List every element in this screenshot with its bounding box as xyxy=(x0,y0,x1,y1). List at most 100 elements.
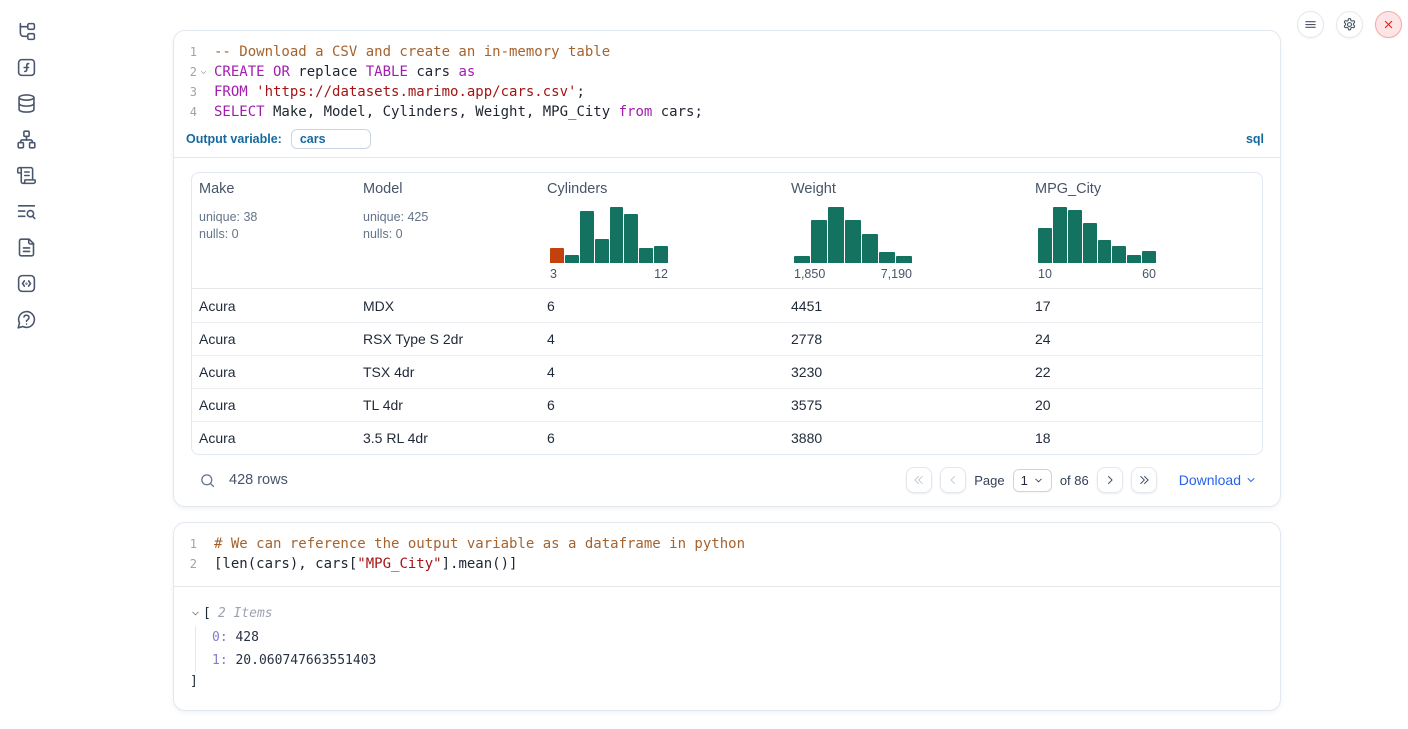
column-title: Model xyxy=(363,181,533,197)
tree-entry-key: 1: xyxy=(212,653,228,668)
column-summary-stats: unique: 38nulls: 0 xyxy=(199,209,349,243)
panel-logs-button[interactable] xyxy=(15,164,37,186)
code-line: 2CREATE OR replace TABLE cars as xyxy=(174,62,1280,82)
histogram-bar xyxy=(811,220,827,263)
code-box-icon xyxy=(16,273,37,294)
table-header: Makeunique: 38nulls: 0 Model unique: 425nu… xyxy=(192,173,1262,289)
next-page-button[interactable] xyxy=(1097,467,1123,493)
output-variable-input[interactable] xyxy=(291,129,371,149)
sql-code-editor[interactable]: 1-- Download a CSV and create an in-memo… xyxy=(174,31,1280,127)
help-bubble-icon xyxy=(16,309,37,330)
column-title: MPG_City xyxy=(1035,181,1255,197)
column-header-model[interactable]: Model unique: 425nulls: 0 xyxy=(356,181,540,288)
table-body: AcuraMDX6445117AcuraRSX Type S 2dr427782… xyxy=(192,289,1262,454)
table-row[interactable]: AcuraRSX Type S 2dr4277824 xyxy=(192,322,1262,355)
column-header-make[interactable]: Makeunique: 38nulls: 0 xyxy=(192,181,356,288)
page-select[interactable]: 1 xyxy=(1013,469,1052,492)
database-icon xyxy=(16,93,37,114)
previous-page-button[interactable] xyxy=(940,467,966,493)
tree-entry: 0: 428 xyxy=(212,626,1264,649)
table-cell: 4 xyxy=(540,364,784,380)
file-text-icon xyxy=(16,237,37,258)
panel-documentation-button[interactable] xyxy=(15,236,37,258)
python-code-editor[interactable]: 1# We can reference the output variable … xyxy=(174,523,1280,579)
table-cell: Acura xyxy=(192,364,356,380)
code-text: CREATE OR replace TABLE cars as xyxy=(210,62,475,82)
panel-tracebacks-button[interactable] xyxy=(15,200,37,222)
list-search-icon xyxy=(16,201,37,222)
tree-items-count: 2 Items xyxy=(211,606,273,621)
tree-collapse-toggle[interactable] xyxy=(190,608,203,619)
code-text: FROM 'https://datasets.marimo.app/cars.c… xyxy=(210,82,585,102)
panel-dependencies-button[interactable] xyxy=(15,128,37,150)
tree-entry-key: 0: xyxy=(212,630,228,645)
fold-gutter-spacer xyxy=(197,86,210,99)
table-row[interactable]: AcuraTSX 4dr4323022 xyxy=(192,355,1262,388)
panel-datasources-button[interactable] xyxy=(15,92,37,114)
download-button[interactable]: Download xyxy=(1179,472,1257,488)
table-cell: 6 xyxy=(540,298,784,314)
table-cell: Acura xyxy=(192,430,356,446)
histogram-axis-labels: 1,8507,190 xyxy=(794,267,912,281)
settings-button[interactable] xyxy=(1336,11,1363,38)
table-row[interactable]: AcuraTL 4dr6357520 xyxy=(192,388,1262,421)
page-total-label: of 86 xyxy=(1060,473,1089,488)
histogram-bar xyxy=(624,214,638,263)
fold-gutter-spacer xyxy=(197,558,210,571)
chevron-left-icon xyxy=(946,473,960,487)
code-line: 3FROM 'https://datasets.marimo.app/cars.… xyxy=(174,82,1280,102)
notebook-menu-button[interactable] xyxy=(1297,11,1324,38)
table-cell: 4451 xyxy=(784,298,1028,314)
table-cell: 18 xyxy=(1028,430,1262,446)
topbar-actions xyxy=(1297,11,1402,38)
histogram-bar xyxy=(580,211,594,263)
chevron-right-icon xyxy=(1103,473,1117,487)
line-number-gutter: 1 xyxy=(174,534,210,554)
shutdown-button[interactable] xyxy=(1375,11,1402,38)
panel-file-explorer-button[interactable] xyxy=(15,20,37,42)
table-row[interactable]: Acura3.5 RL 4dr6388018 xyxy=(192,421,1262,454)
column-header-weight[interactable]: Weight1,8507,190 xyxy=(784,181,1028,288)
tree-entry-value: 428 xyxy=(228,630,259,645)
table-row[interactable]: AcuraMDX6445117 xyxy=(192,289,1262,322)
panel-snippets-button[interactable] xyxy=(15,272,37,294)
column-header-cylinders[interactable]: Cylinders312 xyxy=(540,181,784,288)
line-number-gutter: 3 xyxy=(174,82,210,102)
column-summary-stats: unique: 425nulls: 0 xyxy=(363,209,533,243)
chevron-down-icon xyxy=(1033,475,1044,486)
fold-gutter-icon[interactable] xyxy=(197,66,210,79)
first-page-button[interactable] xyxy=(906,467,932,493)
table-footer: 428 rows Page 1 of 86 xyxy=(191,455,1263,493)
download-label: Download xyxy=(1179,472,1241,488)
code-text: SELECT Make, Model, Cylinders, Weight, M… xyxy=(210,102,703,122)
panel-help-button[interactable] xyxy=(15,308,37,330)
table-cell: Acura xyxy=(192,331,356,347)
table-cell: 17 xyxy=(1028,298,1262,314)
table-cell: 22 xyxy=(1028,364,1262,380)
code-line: 1-- Download a CSV and create an in-memo… xyxy=(174,42,1280,62)
file-tree-icon xyxy=(16,21,37,42)
code-line: 4SELECT Make, Model, Cylinders, Weight, … xyxy=(174,102,1280,122)
panel-variables-button[interactable] xyxy=(15,56,37,78)
table-cell: RSX Type S 2dr xyxy=(356,331,540,347)
output-variable-row: Output variable: sql xyxy=(174,127,1280,158)
histogram-bar xyxy=(595,239,609,263)
last-page-button[interactable] xyxy=(1131,467,1157,493)
close-icon xyxy=(1381,17,1396,32)
menu-icon xyxy=(1303,17,1318,32)
table-cell: TL 4dr xyxy=(356,397,540,413)
histogram-bar xyxy=(1127,255,1141,263)
table-cell: TSX 4dr xyxy=(356,364,540,380)
pagination: Page 1 of 86 Download xyxy=(906,467,1257,493)
code-text: # We can reference the output variable a… xyxy=(210,534,745,554)
language-badge[interactable]: sql xyxy=(1246,132,1264,146)
search-button[interactable] xyxy=(199,472,216,489)
line-number-gutter: 2 xyxy=(174,62,210,82)
table-cell: 3.5 RL 4dr xyxy=(356,430,540,446)
page-label: Page xyxy=(974,473,1004,488)
python-cell: 1# We can reference the output variable … xyxy=(173,522,1281,711)
column-header-mpg_city[interactable]: MPG_City1060 xyxy=(1028,181,1262,288)
row-count: 428 rows xyxy=(229,472,288,488)
chevrons-left-icon xyxy=(912,473,926,487)
histogram-bar xyxy=(862,234,878,263)
